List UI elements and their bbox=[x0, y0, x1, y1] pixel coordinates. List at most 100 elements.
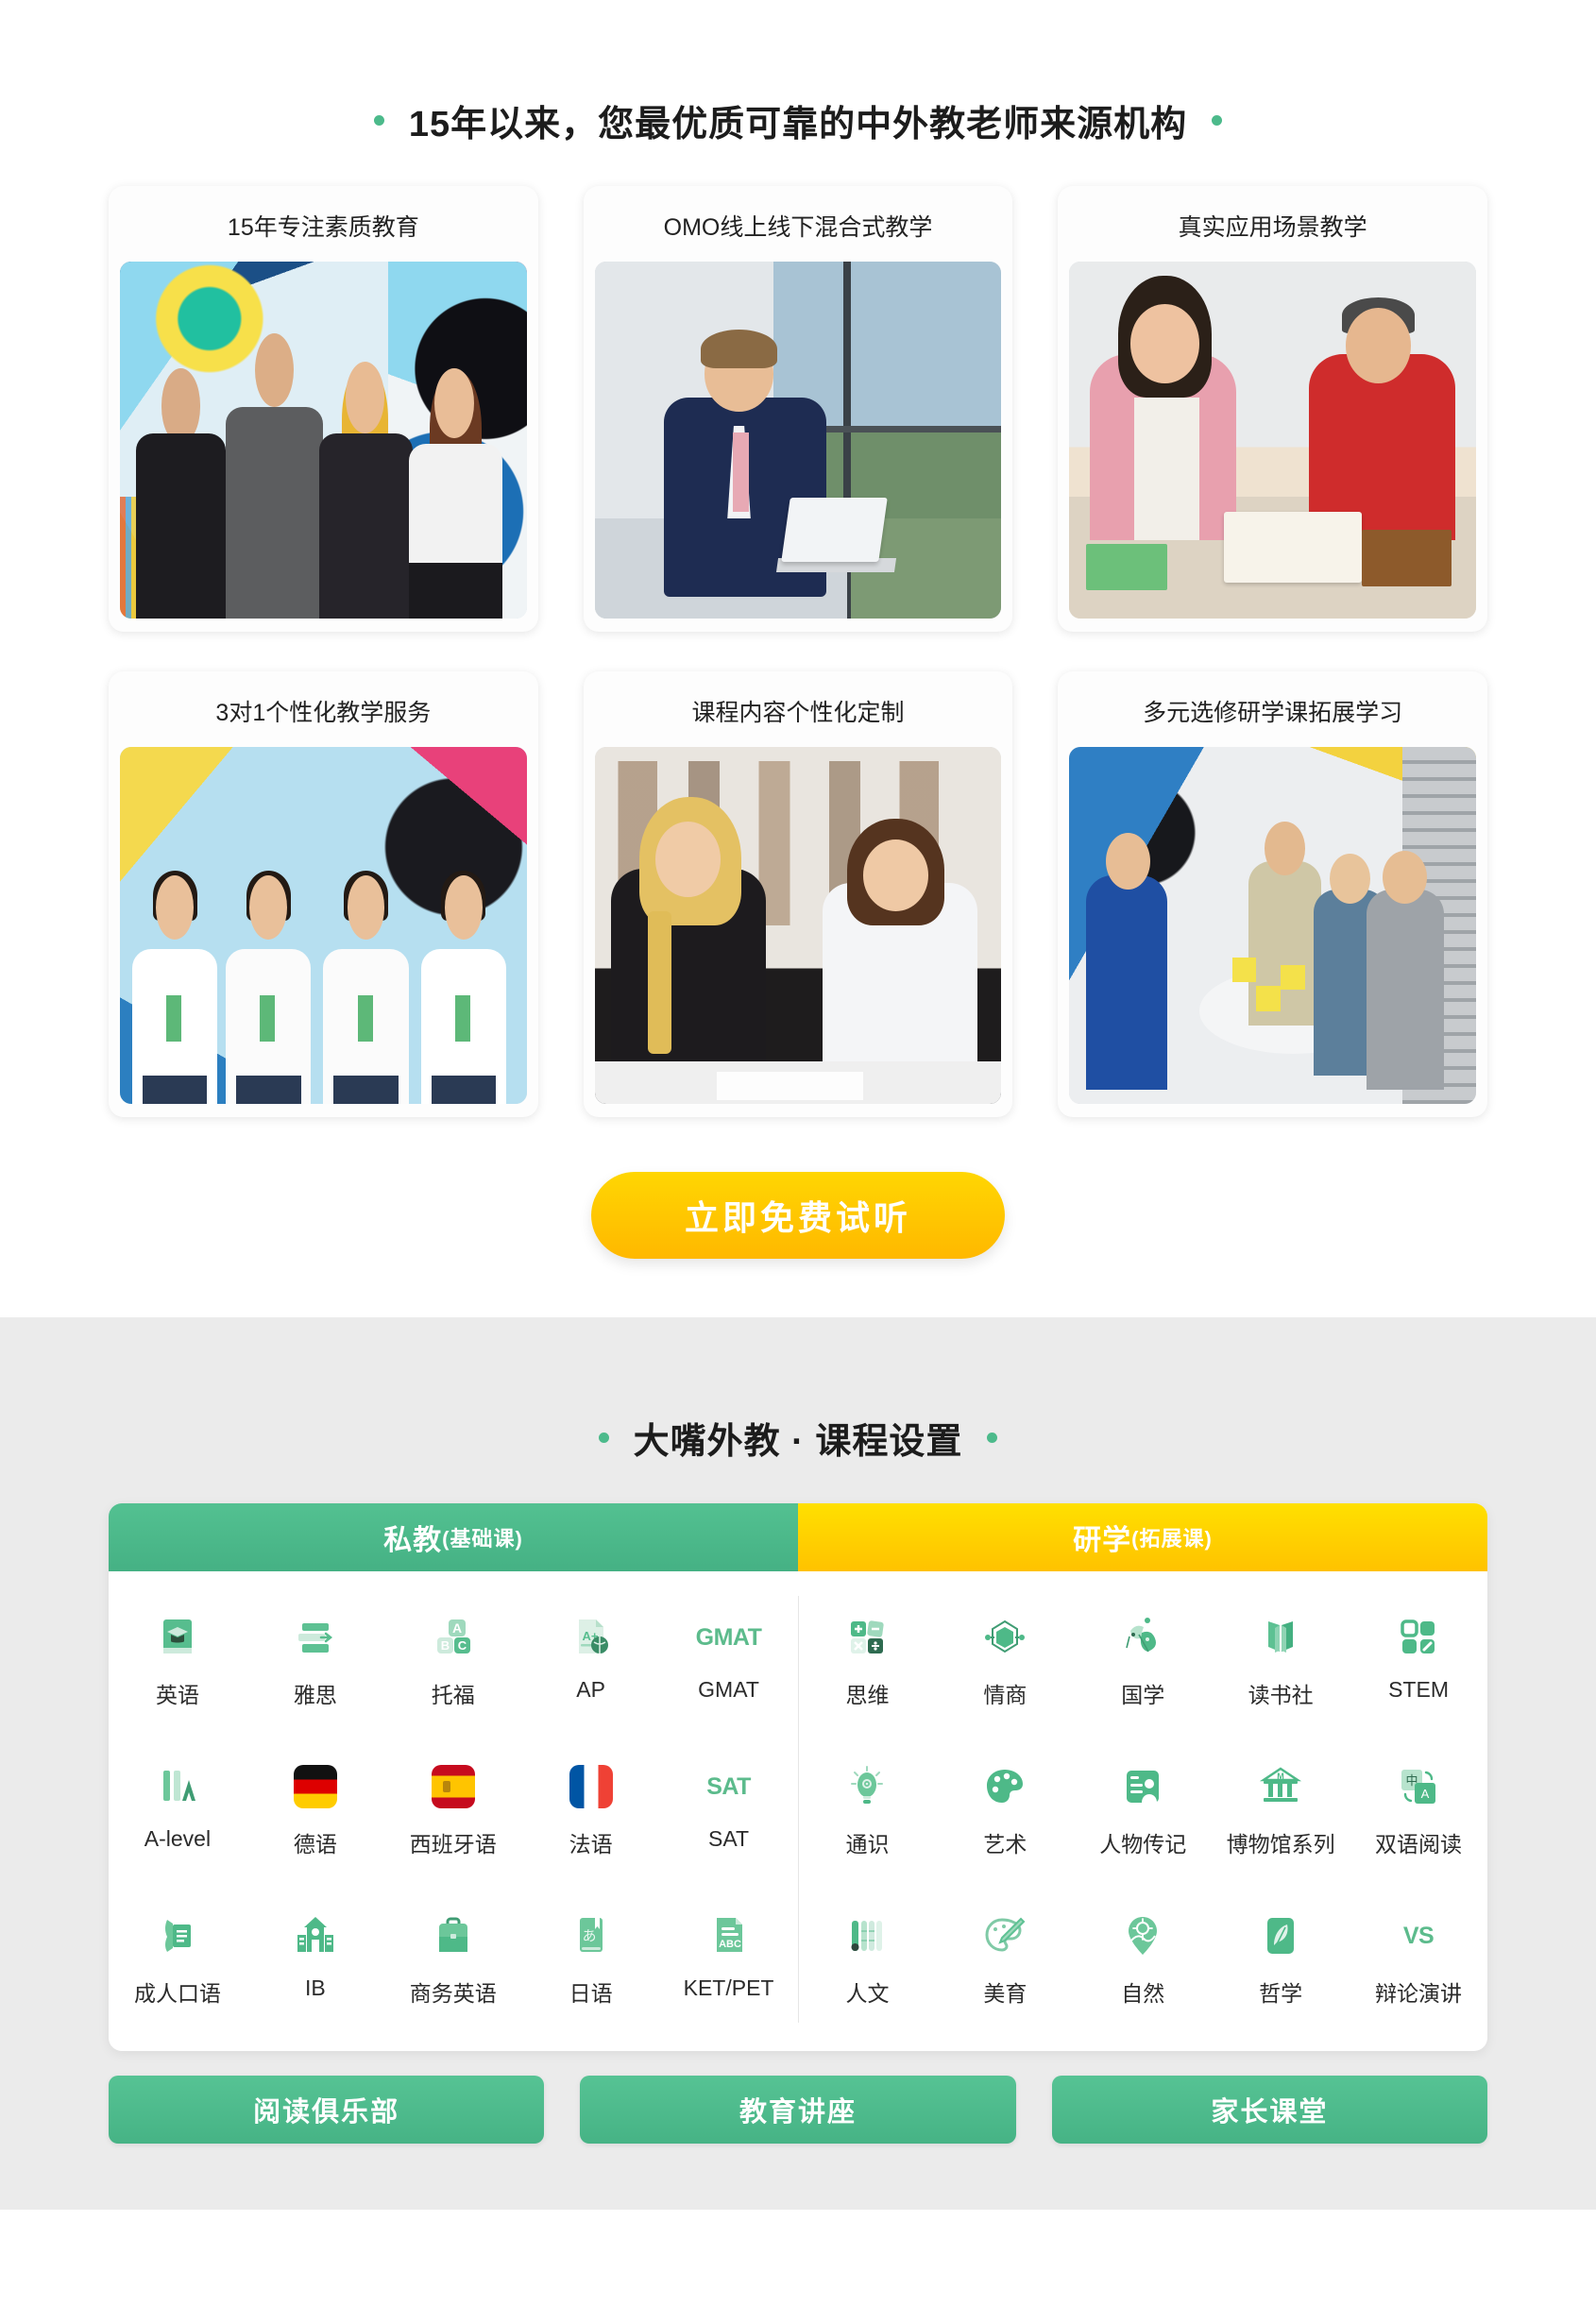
ielts-bars-arrow-icon bbox=[289, 1611, 342, 1664]
abc-paper-icon: ABC bbox=[703, 1909, 756, 1962]
course-label: 雅思 bbox=[293, 1683, 337, 1707]
courses-section: 大嘴外教 · 课程设置 私教 (基础课) 研学 (拓展课) 英语 雅思 A B … bbox=[0, 1317, 1596, 2210]
advantage-card[interactable]: 3对1个性化教学服务 bbox=[109, 671, 538, 1117]
team-thumbs-up-mural-photo bbox=[120, 262, 527, 619]
course-item-german[interactable]: 德语 bbox=[246, 1745, 384, 1874]
advantage-card[interactable]: 15年专注素质教育 bbox=[109, 186, 538, 632]
advantages-heading-text: 15年以来，您最优质可靠的中外教老师来源机构 bbox=[408, 105, 1188, 144]
course-item-english[interactable]: 英语 bbox=[109, 1596, 246, 1724]
france-flag-icon bbox=[565, 1760, 618, 1813]
courses-heading: 大嘴外教 · 课程设置 bbox=[0, 1412, 1596, 1464]
advantage-card-title: 15年专注素质教育 bbox=[227, 214, 419, 241]
course-item-ap[interactable]: A+ AP bbox=[522, 1596, 660, 1724]
course-item-ket-pet[interactable]: ABC KET/PET bbox=[660, 1894, 798, 2023]
course-item-ielts[interactable]: 雅思 bbox=[246, 1596, 384, 1724]
advantage-card[interactable]: 课程内容个性化定制 bbox=[583, 671, 1013, 1117]
advantage-card[interactable]: OMO线上线下混合式教学 bbox=[583, 186, 1013, 632]
vs-wordmark-text: VS bbox=[1402, 1922, 1435, 1949]
advantages-heading: 15年以来，您最优质可靠的中外教老师来源机构 bbox=[0, 94, 1596, 146]
courses-panel: 私教 (基础课) 研学 (拓展课) 英语 雅思 ABC 托福 A+ AP GMA… bbox=[109, 1503, 1487, 2051]
course-label: GMAT bbox=[698, 1677, 759, 1702]
tab-private-lessons[interactable]: 私教 (基础课) bbox=[109, 1503, 798, 1571]
lightbulb-icon bbox=[840, 1760, 893, 1813]
course-label: 成人口语 bbox=[133, 1981, 221, 2006]
course-item-sat[interactable]: SAT SAT bbox=[660, 1745, 798, 1874]
course-label: 通识 bbox=[845, 1832, 890, 1857]
course-item-art[interactable]: 艺术 bbox=[936, 1745, 1074, 1874]
course-label: 德语 bbox=[293, 1832, 337, 1857]
course-label: STEM bbox=[1388, 1677, 1449, 1702]
course-item-toefl[interactable]: ABC 托福 bbox=[384, 1596, 522, 1724]
course-item-business-english[interactable]: 商务英语 bbox=[384, 1894, 522, 2023]
course-item-sinology[interactable]: 国学 bbox=[1074, 1596, 1212, 1724]
course-item-museum-series[interactable]: M 博物馆系列 bbox=[1212, 1745, 1350, 1874]
teacher-student-books-photo bbox=[1069, 262, 1476, 619]
course-label: 自然 bbox=[1121, 1981, 1165, 2006]
translate-cn-a-icon: 中A bbox=[1392, 1760, 1445, 1813]
course-item-spanish[interactable]: 西班牙语 bbox=[384, 1745, 522, 1874]
man-laptop-window-photo bbox=[594, 262, 1002, 619]
advantage-card-title: 课程内容个性化定制 bbox=[691, 700, 905, 726]
course-item-eq[interactable]: 情商 bbox=[936, 1596, 1074, 1724]
course-label: 思维 bbox=[845, 1683, 890, 1707]
course-label: 托福 bbox=[431, 1683, 475, 1707]
svg-text:B: B bbox=[441, 1638, 450, 1653]
course-label: 情商 bbox=[983, 1683, 1027, 1707]
course-item-general-knowledge[interactable]: 通识 bbox=[799, 1745, 937, 1874]
bullet-dot-icon bbox=[373, 115, 384, 126]
book-graduation-cap-icon bbox=[151, 1611, 204, 1664]
course-item-thinking[interactable]: 思维 bbox=[799, 1596, 937, 1724]
advantage-card-title: OMO线上线下混合式教学 bbox=[663, 214, 933, 241]
cta-wrapper: 立即免费试听 bbox=[0, 1117, 1596, 1317]
svg-text:C: C bbox=[458, 1638, 467, 1653]
course-label: 人文 bbox=[845, 1981, 890, 2006]
course-item-humanities[interactable]: 人文 bbox=[799, 1894, 937, 2023]
bullet-dot-icon bbox=[1212, 115, 1223, 126]
course-label: IB bbox=[304, 1975, 326, 2000]
palette-icon bbox=[978, 1760, 1031, 1813]
course-label: KET/PET bbox=[683, 1975, 774, 2000]
course-item-french[interactable]: 法语 bbox=[522, 1745, 660, 1874]
group-study-table-photo bbox=[1069, 747, 1476, 1104]
svg-text:あ: あ bbox=[582, 1927, 596, 1944]
reading-club-button[interactable]: 阅读俱乐部 bbox=[109, 2076, 545, 2144]
course-item-book-club[interactable]: 读书社 bbox=[1212, 1596, 1350, 1724]
course-item-japanese[interactable]: あ 日语 bbox=[522, 1894, 660, 2023]
course-label: AP bbox=[576, 1677, 605, 1702]
advantage-card[interactable]: 多元选修研学课拓展学习 bbox=[1058, 671, 1487, 1117]
advantages-section: 15年以来，您最优质可靠的中外教老师来源机构 15年专注素质教育 OMO线上线下… bbox=[0, 0, 1596, 1317]
person-profile-card-icon bbox=[1116, 1760, 1169, 1813]
education-lecture-button[interactable]: 教育讲座 bbox=[580, 2076, 1016, 2144]
course-extra-buttons: 阅读俱乐部 教育讲座 家长课堂 bbox=[109, 2076, 1487, 2144]
parent-class-button[interactable]: 家长课堂 bbox=[1051, 2076, 1487, 2144]
course-item-ib[interactable]: IB bbox=[246, 1894, 384, 2023]
paintbrush-palette-icon bbox=[978, 1909, 1031, 1962]
svg-text:M: M bbox=[1277, 1772, 1284, 1781]
course-label: 法语 bbox=[569, 1832, 613, 1857]
course-item-gmat[interactable]: GMAT GMAT bbox=[660, 1596, 798, 1724]
course-label: SAT bbox=[708, 1826, 750, 1851]
advantage-card[interactable]: 真实应用场景教学 bbox=[1058, 186, 1487, 632]
tab-research-label: 研学 bbox=[1073, 1525, 1132, 1556]
course-item-bilingual-reading[interactable]: 中A 双语阅读 bbox=[1350, 1745, 1487, 1874]
tutor-student-desk-photo bbox=[594, 747, 1002, 1104]
course-item-a-level[interactable]: A-level bbox=[109, 1745, 246, 1874]
course-item-debate[interactable]: VS 辩论演讲 bbox=[1350, 1894, 1487, 2023]
course-item-biography[interactable]: 人物传记 bbox=[1074, 1745, 1212, 1874]
course-label: 西班牙语 bbox=[409, 1832, 497, 1857]
course-item-stem[interactable]: STEM bbox=[1350, 1596, 1487, 1724]
tab-private-label: 私教 bbox=[383, 1525, 443, 1556]
course-item-adult-speaking[interactable]: 成人口语 bbox=[109, 1894, 246, 2023]
courses-grids: 英语 雅思 ABC 托福 A+ AP GMAT GMAT A-level 德语 … bbox=[109, 1571, 1487, 2051]
course-item-philosophy[interactable]: 哲学 bbox=[1212, 1894, 1350, 2023]
sat-wordmark-text: SAT bbox=[706, 1772, 751, 1800]
japanese-book-icon: あ bbox=[565, 1909, 618, 1962]
course-item-aesthetic-education[interactable]: 美育 bbox=[936, 1894, 1074, 2023]
tab-research-lessons[interactable]: 研学 (拓展课) bbox=[798, 1503, 1487, 1571]
bullet-dot-icon bbox=[987, 1433, 998, 1443]
course-item-nature[interactable]: 自然 bbox=[1074, 1894, 1212, 2023]
speaking-document-icon bbox=[151, 1909, 204, 1962]
course-label: 国学 bbox=[1121, 1683, 1165, 1707]
free-trial-button[interactable]: 立即免费试听 bbox=[591, 1172, 1005, 1259]
sat-wordmark-icon: SAT bbox=[703, 1760, 756, 1813]
